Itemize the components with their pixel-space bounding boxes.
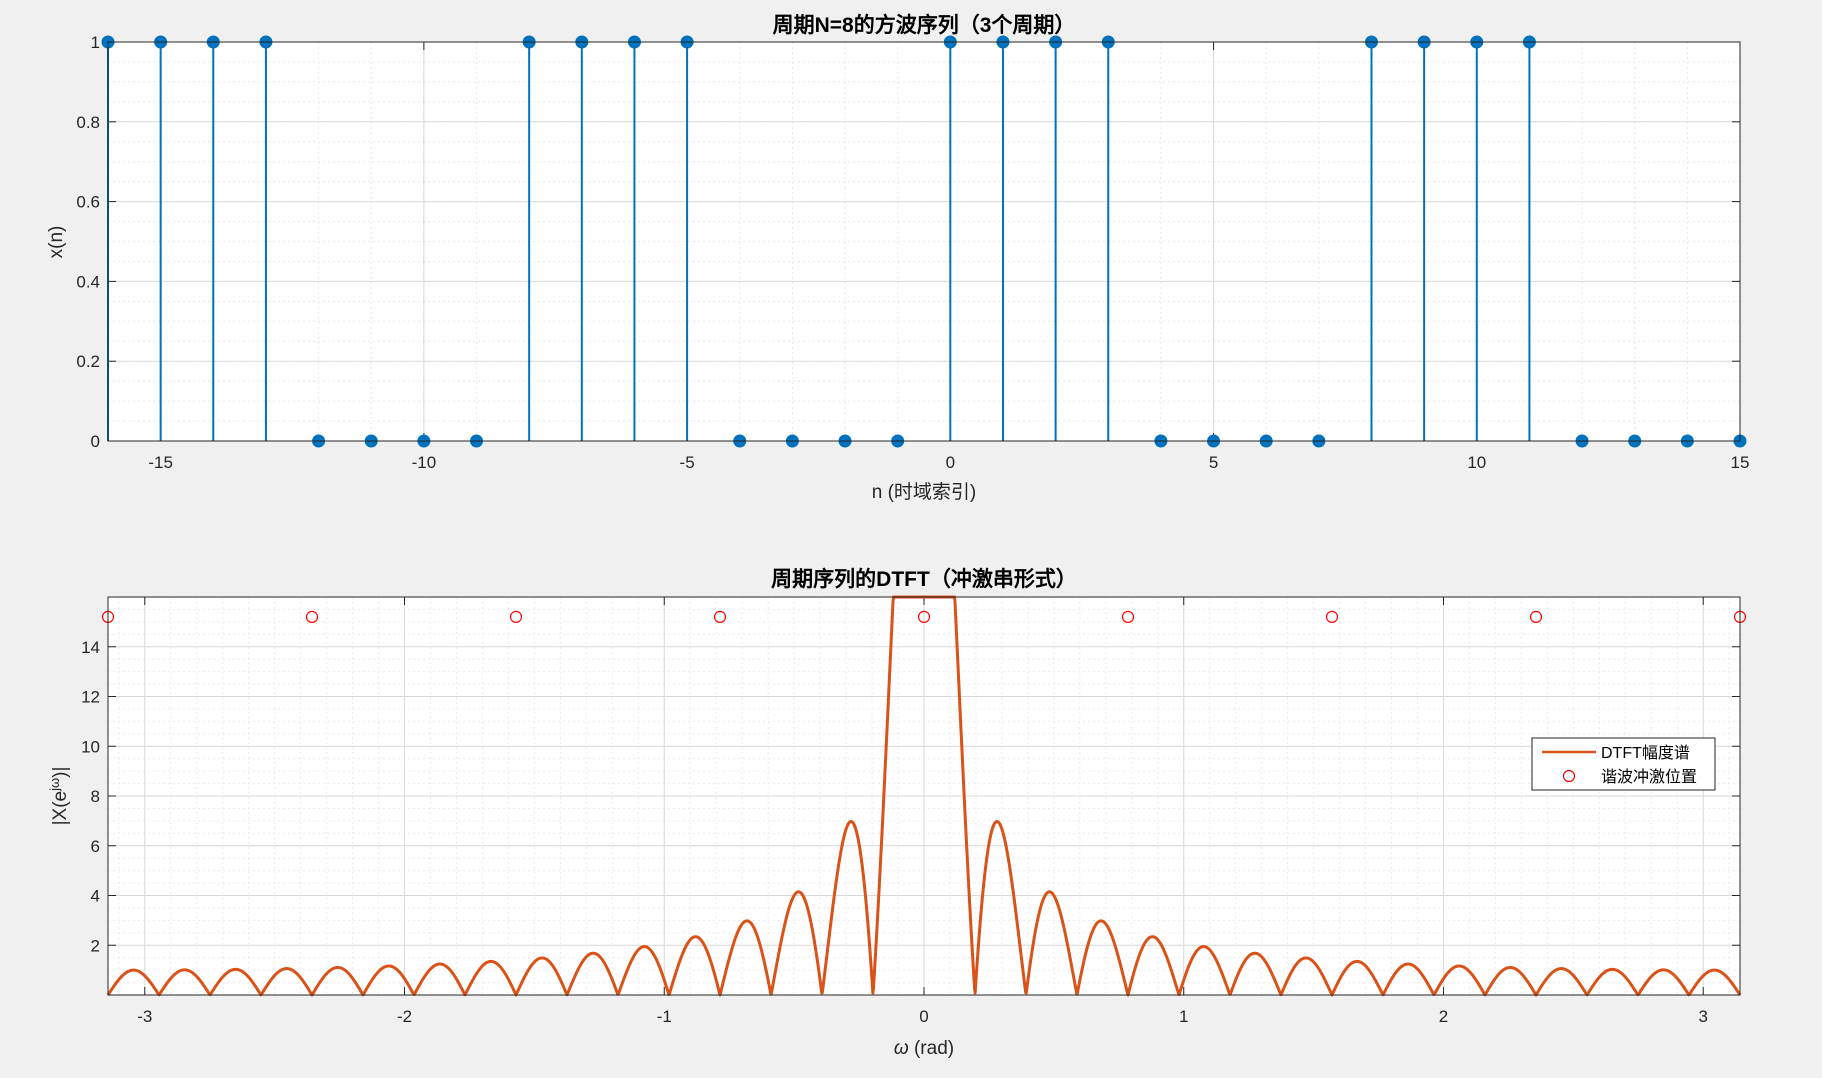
- x-tick-label: 5: [1209, 453, 1218, 472]
- x-tick-label: 10: [1467, 453, 1486, 472]
- legend: DTFT幅度谱 谐波冲激位置: [1531, 737, 1716, 791]
- y-tick-label: 1: [91, 33, 100, 52]
- y-tick-label: 0.2: [76, 352, 100, 371]
- y-tick-label: 4: [91, 887, 100, 906]
- dtft-subplot: -3 -2 -1 0 1 2 32468101214 周期序列的DTFT（冲激串形式） ω …: [47, 567, 1747, 1059]
- y-tick-label: 2: [91, 936, 100, 955]
- x-tick-label: 15: [1731, 453, 1750, 472]
- y-axis-label-2: |X(ejω)|: [47, 767, 72, 826]
- y-tick-label: 10: [81, 737, 100, 756]
- y-tick-label: 14: [81, 638, 100, 657]
- y-tick-label: 0.8: [76, 113, 100, 132]
- x-tick-label: 2: [1439, 1007, 1448, 1026]
- x-tick-label: -1: [657, 1007, 672, 1026]
- x-tick-label: -15: [148, 453, 173, 472]
- legend-label-dtft: DTFT幅度谱: [1601, 744, 1690, 762]
- chart-title-1: 周期N=8的方波序列（3个周期）: [773, 13, 1076, 37]
- x-axis-label-1: n (时域索引): [872, 481, 977, 503]
- x-tick-label: 3: [1698, 1007, 1707, 1026]
- stem-subplot: -15 -10 -5 0 5 10 15 0 0.2 0.4 0.6 0.8 1 周期N=8的方波序列（…: [46, 13, 1749, 503]
- y-tick-label: 0: [91, 432, 100, 451]
- x-axis-label-2: ω (rad): [894, 1038, 954, 1059]
- x-tick-label: -2: [397, 1007, 412, 1026]
- x-tick-label: 0: [946, 453, 955, 472]
- figure: -15 -10 -5 0 5 10 1500.20.40.60.81 周期N=8的方波序列（…: [46, 13, 1749, 1059]
- x-tick-label: 0: [919, 1007, 928, 1026]
- y-tick-label: 8: [91, 787, 100, 806]
- x-tick-label: -3: [137, 1007, 152, 1026]
- legend-label-harmonic: 谐波冲激位置: [1601, 768, 1697, 786]
- y-tick-label: 6: [91, 837, 100, 856]
- x-tick-label: -10: [412, 453, 437, 472]
- y-tick-label: 12: [81, 688, 100, 707]
- x-tick-label: -5: [680, 453, 695, 472]
- x-tick-label: 1: [1179, 1007, 1188, 1026]
- chart-title-2: 周期序列的DTFT（冲激串形式）: [771, 567, 1077, 591]
- y-tick-label: 0.6: [76, 193, 100, 212]
- y-axis-label-1: x(n): [46, 226, 67, 259]
- y-tick-label: 0.4: [76, 272, 100, 291]
